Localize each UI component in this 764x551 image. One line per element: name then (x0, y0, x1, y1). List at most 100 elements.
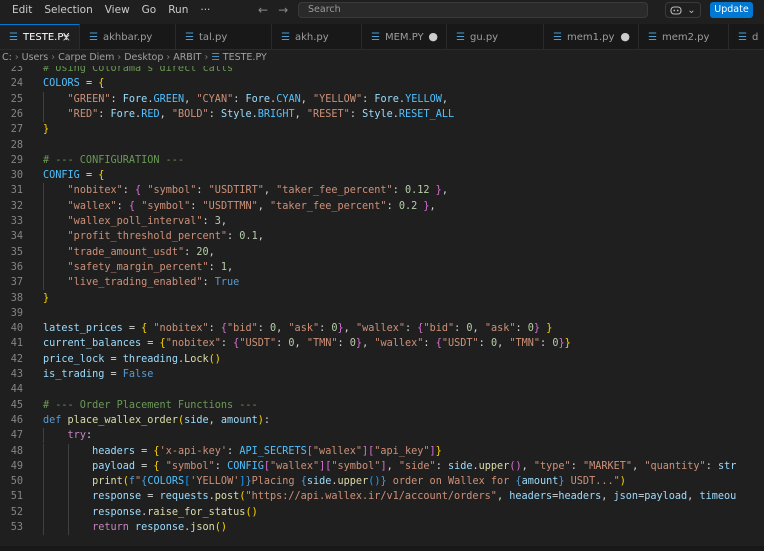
indent-guide (43, 183, 44, 199)
code-line[interactable]: 42 price_lock = threading.Lock() (0, 352, 764, 367)
line-number: 28 (10, 139, 23, 151)
indent-guide (43, 214, 44, 230)
close-icon[interactable]: × (62, 31, 71, 44)
code-token: headers (558, 491, 602, 503)
tab-teste-py[interactable]: ☰ TESTE.PY × (0, 24, 80, 49)
code-token: "USDTTMN" (202, 200, 258, 212)
code-line[interactable]: 51 response = requests.post("https://api… (0, 489, 764, 505)
code-line[interactable]: 46 def place_wallex_order(side, amount): (0, 413, 764, 428)
code-line[interactable]: 45 # --- Order Placement Functions --- (0, 398, 764, 413)
code-token: "wallex" (312, 445, 362, 457)
code-line[interactable]: 53 return response.json() (0, 520, 764, 536)
code-token: requests (159, 491, 209, 503)
code-token: : (85, 430, 93, 442)
code-token: "GREEN" (67, 93, 111, 105)
tab-mem2-py[interactable]: ☰ mem2.py (639, 24, 729, 49)
chevron-right-icon: › (117, 52, 122, 63)
code-token: amount (220, 414, 258, 426)
menu-selection[interactable]: Selection (38, 0, 98, 20)
code-line[interactable]: 40 latest_prices = { "nobitex": {"bid": 0… (0, 321, 764, 336)
code-line[interactable]: 50 print(f"{COLORS['YELLOW']}Placing {si… (0, 474, 764, 490)
line-number: 37 (10, 277, 23, 289)
code-line[interactable]: 25 "GREEN": Fore.GREEN, "CYAN": Fore.CYA… (0, 91, 764, 107)
code-line[interactable]: 36 "safety_margin_percent": 1, (0, 259, 764, 276)
unsaved-dot-icon: ● (620, 30, 630, 43)
forward-arrow-icon[interactable]: → (278, 3, 288, 17)
tab-akhbar-py[interactable]: ☰ akhbar.py (80, 24, 176, 49)
tab-akh-py[interactable]: ☰ akh.py (272, 24, 362, 49)
line-number: 49 (10, 460, 23, 472)
code-token: , (184, 93, 197, 105)
copilot-button[interactable]: ⌄ (665, 2, 701, 18)
code-line[interactable]: 43 is_trading = False (0, 367, 764, 382)
back-arrow-icon[interactable]: ← (258, 3, 268, 17)
code-token: : (319, 323, 332, 335)
code-line[interactable]: 27} (0, 122, 764, 137)
code-line[interactable]: 28 (0, 138, 764, 153)
code-line[interactable]: 52 response.raise_for_status() (0, 504, 764, 520)
code-line[interactable]: 48 headers = {'x-api-key': API_SECRETS["… (0, 443, 764, 459)
code-line[interactable]: 44 (0, 382, 764, 397)
tab-mem1-py[interactable]: ☰ mem1.py ● (544, 24, 639, 49)
code-token: : (233, 93, 246, 105)
breadcrumb-users[interactable]: Users (22, 52, 49, 63)
python-file-icon: ☰ (281, 31, 290, 43)
tab-overflow[interactable]: ☰ d (729, 24, 764, 49)
code-line[interactable]: 30 CONFIG = { (0, 168, 764, 183)
code-token: "wallex" (270, 460, 320, 472)
line-number: 52 (10, 506, 23, 518)
breadcrumb-drive[interactable]: C: (2, 52, 12, 63)
menu-view[interactable]: View (99, 0, 136, 20)
code-line[interactable]: 37 "live_trading_enabled": True (0, 275, 764, 291)
code-token: upper (337, 476, 369, 488)
indent-guide (43, 259, 44, 276)
code-token: = (135, 445, 154, 457)
code-line[interactable]: 33 "wallex_poll_interval": 3, (0, 214, 764, 230)
tab-tal-py[interactable]: ☰ tal.py (176, 24, 272, 49)
code-editor[interactable]: 23 # Using Colorama's direct calls 24 COLOR… (0, 66, 764, 546)
menu-more[interactable]: ··· (194, 0, 216, 20)
code-token: , (386, 460, 399, 472)
menu-go[interactable]: Go (136, 0, 163, 20)
breadcrumb-desktop[interactable]: Desktop (124, 52, 163, 63)
code-line[interactable]: 35 "trade_amount_usdt": 20, (0, 244, 764, 260)
chevron-down-icon: ⌄ (687, 4, 696, 16)
code-line[interactable]: 49 payload = { "symbol": CONFIG["wallex"… (0, 458, 764, 475)
code-token: : (386, 200, 399, 212)
code-token: = (104, 369, 123, 380)
code-token: "bid" (423, 323, 455, 335)
code-line[interactable]: 26 "RED": Fore.RED, "BOLD": Style.BRIGHT… (0, 106, 764, 123)
code-line[interactable]: 31 "nobitex": { "symbol": "USDTIRT", "ta… (0, 183, 764, 199)
code-line[interactable]: 38} (0, 291, 764, 306)
code-token: Placing (251, 476, 301, 488)
line-number: 38 (10, 292, 23, 304)
code-line[interactable]: 41 current_balances = {"nobitex": {"USDT"… (0, 336, 764, 351)
code-line[interactable]: 23 # Using Colorama's direct calls (0, 66, 764, 76)
code-line[interactable]: 34 "profit_threshold_percent": 0.1, (0, 229, 764, 245)
python-file-icon: ☰ (738, 31, 747, 43)
menu-run[interactable]: Run (162, 0, 194, 20)
breadcrumb-file[interactable]: TESTE.PY (223, 52, 267, 63)
menu-edit[interactable]: Edit (0, 0, 38, 20)
breadcrumb-folder[interactable]: ARBIT (173, 52, 201, 63)
tab-gu-py[interactable]: ☰ gu.py (447, 24, 544, 49)
code-token: "TMN" (509, 338, 541, 350)
breadcrumb-user[interactable]: Carpe Diem (58, 52, 114, 63)
code-line[interactable]: 39 (0, 306, 764, 321)
search-input[interactable]: Search (298, 2, 648, 18)
code-token: Style (362, 108, 393, 120)
code-token: : (208, 261, 221, 273)
update-button[interactable]: Update (710, 2, 753, 18)
code-token: latest_prices (43, 323, 123, 335)
code-line[interactable]: 32 "wallex": { "symbol": "USDTTMN", "tak… (0, 198, 764, 214)
tab-mem-py[interactable]: ☰ MEM.PY ● (362, 24, 447, 49)
code-token: "type" (533, 460, 571, 472)
indent-guide (67, 443, 69, 459)
indent-guide (67, 474, 69, 490)
code-line[interactable]: 47 try: (0, 428, 764, 444)
code-line[interactable]: 24 COLORS = { (0, 76, 764, 91)
code-token: amount (521, 476, 559, 488)
code-token: () (214, 522, 228, 533)
code-line[interactable]: 29 # --- CONFIGURATION --- (0, 153, 764, 168)
